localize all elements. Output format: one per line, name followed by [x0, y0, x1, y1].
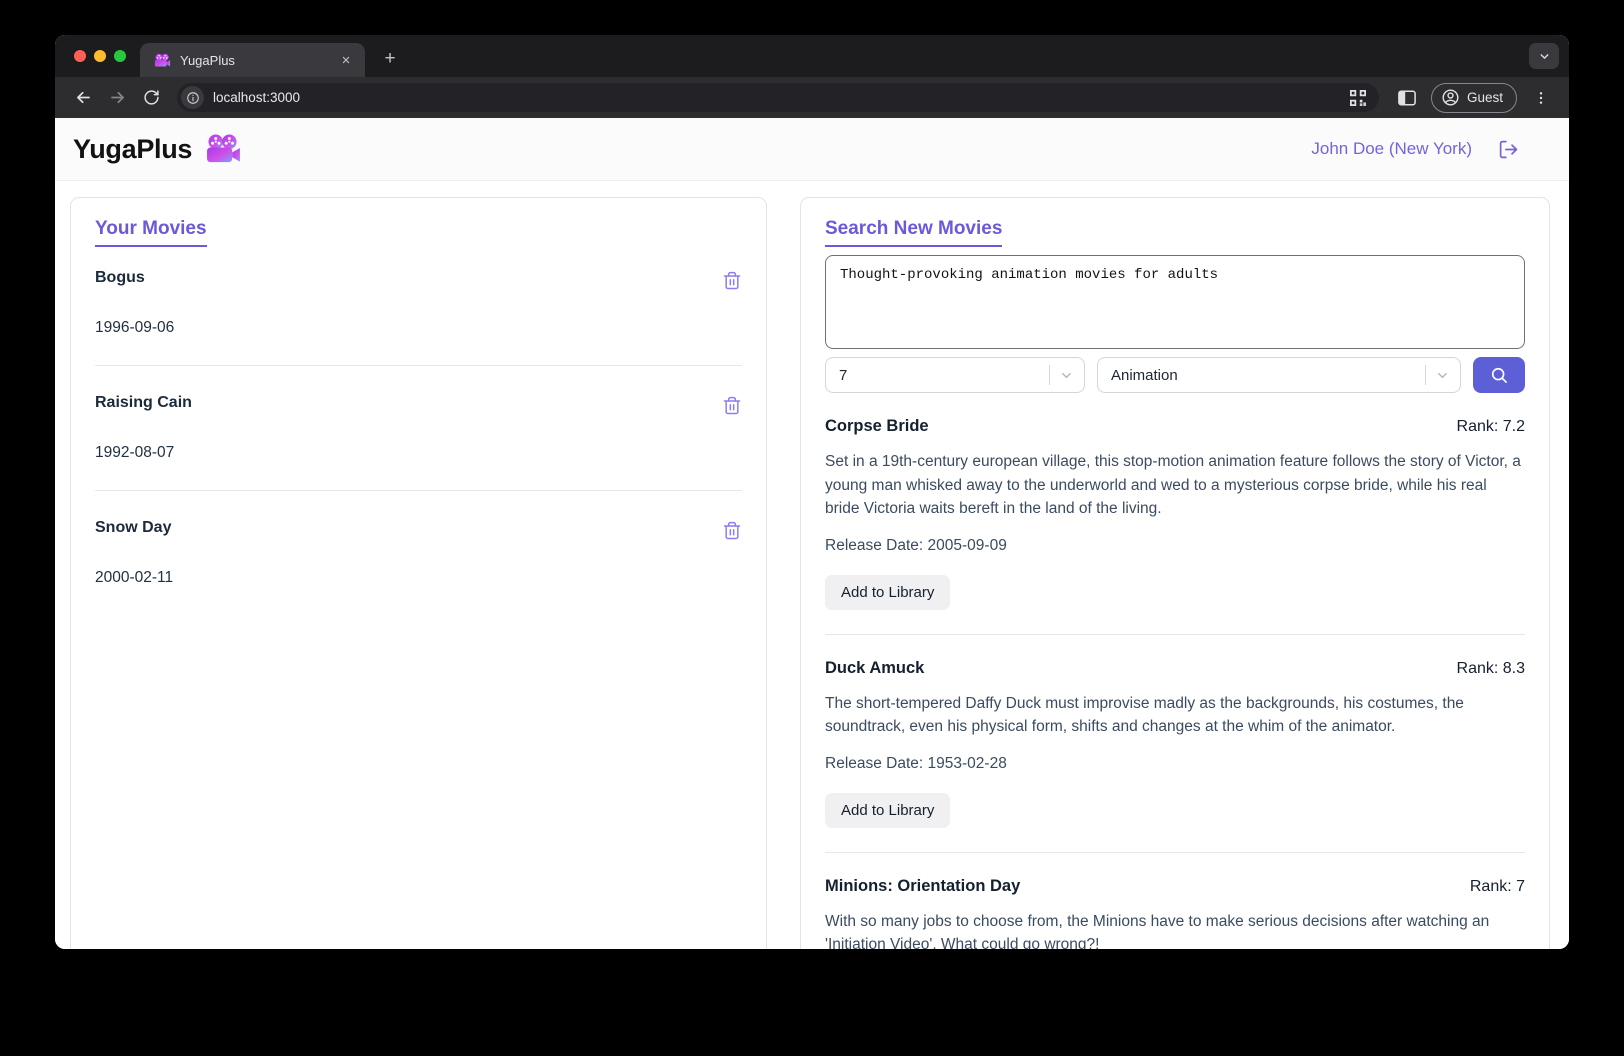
movie-release-date: 1996-09-06 — [95, 319, 742, 337]
your-movies-panel: Your Movies Bogus 1996-09-06 Raising Ca — [70, 197, 767, 949]
address-bar[interactable]: localhost:3000 — [177, 83, 1379, 112]
forward-arrow-icon — [108, 88, 127, 107]
qr-code-button[interactable] — [1345, 85, 1371, 111]
tab-close-icon[interactable]: × — [337, 51, 355, 69]
url-text[interactable]: localhost:3000 — [213, 90, 1345, 105]
result-rank: Rank: 8.3 — [1457, 660, 1525, 678]
result-title: Corpse Bride — [825, 417, 929, 436]
number-filter-select[interactable]: 7 — [825, 357, 1085, 393]
search-movies-panel: Search New Movies Thought-provoking anim… — [800, 197, 1550, 949]
site-info-button[interactable] — [181, 86, 204, 109]
library-movie-row: Snow Day 2000-02-11 — [95, 491, 742, 615]
trash-icon — [722, 521, 742, 541]
user-name-label: John Doe (New York) — [1311, 139, 1472, 159]
side-panel-button[interactable] — [1393, 84, 1421, 112]
logout-button[interactable] — [1498, 139, 1519, 160]
browser-tab[interactable]: YugaPlus × — [140, 43, 365, 77]
window-controls — [74, 50, 126, 62]
result-description: With so many jobs to choose from, the Mi… — [825, 910, 1525, 950]
search-filters-row: 7 Animation — [825, 357, 1525, 393]
profile-label: Guest — [1467, 90, 1503, 105]
result-rank: Rank: 7.2 — [1457, 418, 1525, 436]
guest-avatar-icon — [1441, 88, 1460, 107]
page-body: YugaPlus — [55, 118, 1569, 949]
kebab-menu-icon — [1533, 90, 1549, 106]
browser-menu-button[interactable] — [1527, 84, 1555, 112]
profile-button[interactable]: Guest — [1431, 83, 1517, 113]
browser-tab-strip: YugaPlus × + — [55, 35, 1569, 77]
movie-camera-icon — [205, 134, 242, 164]
side-panel-icon — [1398, 90, 1416, 106]
reload-icon — [143, 89, 160, 106]
library-movie-row: Raising Cain 1992-08-07 — [95, 366, 742, 491]
search-icon — [1489, 365, 1509, 385]
movie-release-date: 2000-02-11 — [95, 569, 742, 587]
search-result: Duck Amuck Rank: 8.3 The short-tempered … — [825, 635, 1525, 853]
result-description: The short-tempered Daffy Duck must impro… — [825, 692, 1525, 739]
chevron-down-icon — [1059, 368, 1074, 383]
main-content: Your Movies Bogus 1996-09-06 Raising Ca — [55, 181, 1569, 949]
library-movie-row: Bogus 1996-09-06 — [95, 247, 742, 366]
back-button[interactable] — [69, 84, 97, 112]
movie-title: Bogus — [95, 269, 145, 287]
search-result: Minions: Orientation Day Rank: 7 With so… — [825, 853, 1525, 950]
back-arrow-icon — [74, 88, 93, 107]
search-submit-button[interactable] — [1473, 357, 1525, 393]
number-filter-value: 7 — [839, 367, 1049, 384]
new-tab-button[interactable]: + — [377, 46, 403, 72]
window-minimize-button[interactable] — [94, 50, 106, 62]
qr-code-icon — [1350, 90, 1366, 106]
result-release-date: Release Date: 2005-09-09 — [825, 537, 1525, 555]
trash-icon — [722, 396, 742, 416]
add-to-library-button[interactable]: Add to Library — [825, 793, 950, 828]
forward-button[interactable] — [103, 84, 131, 112]
movie-release-date: 1992-08-07 — [95, 444, 742, 462]
tab-title: YugaPlus — [180, 53, 337, 68]
result-title: Duck Amuck — [825, 659, 924, 678]
tab-favicon-movie-camera-icon — [154, 53, 171, 68]
chevron-down-icon — [1435, 368, 1450, 383]
result-release-date: Release Date: 1953-02-28 — [825, 755, 1525, 773]
brand-title: YugaPlus — [73, 134, 192, 165]
delete-movie-button[interactable] — [722, 396, 742, 416]
result-rank: Rank: 7 — [1470, 878, 1525, 896]
info-icon — [186, 91, 200, 105]
result-title: Minions: Orientation Day — [825, 877, 1020, 896]
window-zoom-button[interactable] — [114, 50, 126, 62]
trash-icon — [722, 271, 742, 291]
search-query-input[interactable]: Thought-provoking animation movies for a… — [825, 255, 1525, 349]
site-header: YugaPlus — [55, 118, 1569, 181]
search-movies-title: Search New Movies — [825, 218, 1002, 247]
logout-icon — [1498, 139, 1519, 160]
movie-title: Snow Day — [95, 519, 171, 537]
reload-button[interactable] — [137, 84, 165, 112]
genre-filter-select[interactable]: Animation — [1097, 357, 1461, 393]
tab-search-button[interactable] — [1529, 43, 1559, 69]
delete-movie-button[interactable] — [722, 521, 742, 541]
search-result: Corpse Bride Rank: 7.2 Set in a 19th-cen… — [825, 393, 1525, 635]
browser-toolbar: localhost:3000 — [55, 77, 1569, 118]
browser-window: YugaPlus × + — [55, 35, 1569, 949]
result-description: Set in a 19th-century european village, … — [825, 450, 1525, 521]
your-movies-title: Your Movies — [95, 218, 207, 247]
chevron-down-icon — [1538, 50, 1551, 63]
genre-filter-value: Animation — [1111, 367, 1425, 384]
delete-movie-button[interactable] — [722, 271, 742, 291]
desktop-background: YugaPlus × + — [0, 0, 1624, 1056]
add-to-library-button[interactable]: Add to Library — [825, 575, 950, 610]
movie-title: Raising Cain — [95, 394, 192, 412]
window-close-button[interactable] — [74, 50, 86, 62]
